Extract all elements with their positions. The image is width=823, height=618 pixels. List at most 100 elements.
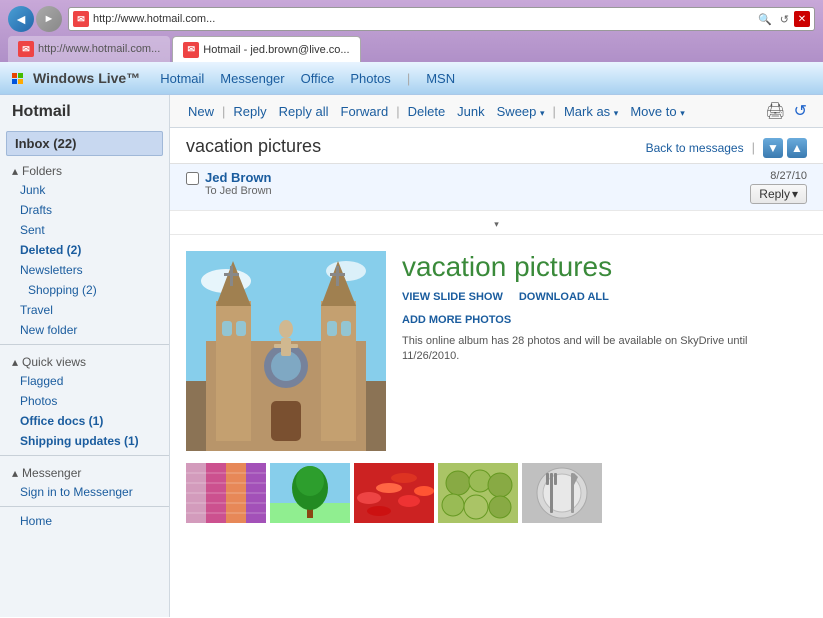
prev-message-button[interactable]: ▼ <box>763 138 783 158</box>
thumbnail-4[interactable] <box>438 463 518 523</box>
sidebar-item-home[interactable]: Home <box>0 511 169 531</box>
email-area: New | Reply Reply all Forward | Delete J… <box>170 95 823 617</box>
folders-collapse-icon: ▴ <box>12 164 18 178</box>
reload-button[interactable]: ↺ <box>777 11 792 27</box>
expand-arrow-icon[interactable]: ▾ <box>494 219 499 229</box>
delete-button[interactable]: Delete <box>402 102 452 121</box>
back-button[interactable]: ◄ <box>8 6 34 32</box>
album-container: vacation pictures VIEW SLIDE SHOW DOWNLO… <box>186 251 807 451</box>
mark-as-arrow: ▾ <box>614 108 619 118</box>
sidebar-item-drafts[interactable]: Drafts <box>0 200 169 220</box>
address-text: http://www.hotmail.com... <box>93 13 751 25</box>
sidebar-divider-3 <box>0 506 169 507</box>
add-more-photos-link[interactable]: ADD MORE PHOTOS <box>402 314 511 326</box>
toolbar-sep-2: | <box>394 104 401 119</box>
winlive-logo: Windows Live™ <box>12 70 140 86</box>
nav-messenger[interactable]: Messenger <box>220 71 284 86</box>
sidebar-item-deleted[interactable]: Deleted (2) <box>0 240 169 260</box>
nav-msn[interactable]: MSN <box>426 71 455 86</box>
message-item-left: Jed Brown To Jed Brown <box>186 170 750 197</box>
sidebar-item-shopping[interactable]: Shopping (2) <box>0 280 169 300</box>
thumbnail-5[interactable] <box>522 463 602 523</box>
tab-active[interactable]: ✉ Hotmail - jed.brown@live.co... <box>172 36 360 62</box>
address-bar[interactable]: ✉ http://www.hotmail.com... 🔍 ↺ ✕ <box>68 7 815 31</box>
tab-active-label: Hotmail - jed.brown@live.co... <box>203 44 349 56</box>
message-checkbox[interactable] <box>186 172 199 185</box>
album-description: This online album has 28 photos and will… <box>402 334 807 365</box>
sidebar-divider-2 <box>0 455 169 456</box>
back-separator: | <box>752 140 755 155</box>
refresh-button[interactable]: ↺ <box>790 99 811 123</box>
site-favicon: ✉ <box>73 11 89 27</box>
junk-button[interactable]: Junk <box>451 102 490 121</box>
tab-active-favicon: ✉ <box>183 42 199 58</box>
message-sender: Jed Brown <box>205 170 272 185</box>
sidebar-item-junk[interactable]: Junk <box>0 180 169 200</box>
sidebar-item-sent[interactable]: Sent <box>0 220 169 240</box>
forward-button[interactable]: ► <box>36 6 62 32</box>
tab-inactive[interactable]: ✉ http://www.hotmail.com... <box>8 36 170 62</box>
thumbnail-3[interactable] <box>354 463 434 523</box>
browser-tabs: ✉ http://www.hotmail.com... ✉ Hotmail - … <box>8 36 815 62</box>
sidebar-item-newsletters[interactable]: Newsletters <box>0 260 169 280</box>
winlive-logo-text: Windows Live™ <box>33 70 140 86</box>
message-sender-info: Jed Brown To Jed Brown <box>205 170 272 197</box>
back-to-messages-link[interactable]: Back to messages <box>646 141 744 155</box>
message-reply-button[interactable]: Reply ▾ <box>750 184 807 204</box>
reply-button[interactable]: Reply <box>227 102 272 121</box>
thumbnail-1[interactable] <box>186 463 266 523</box>
thumb-tree-icon <box>270 463 350 523</box>
quickviews-label: Quick views <box>22 355 86 369</box>
email-header: vacation pictures Back to messages | ▼ ▲ <box>170 128 823 164</box>
print-button[interactable]: 🖨 <box>761 99 789 123</box>
reply-label: Reply <box>759 187 790 201</box>
album-info: vacation pictures VIEW SLIDE SHOW DOWNLO… <box>402 251 807 451</box>
messenger-collapse-icon: ▴ <box>12 466 18 480</box>
nav-hotmail[interactable]: Hotmail <box>160 71 204 86</box>
sidebar-divider-1 <box>0 344 169 345</box>
tab-favicon: ✉ <box>18 41 34 57</box>
sidebar-inbox[interactable]: Inbox (22) <box>6 131 163 156</box>
sidebar-item-office-docs[interactable]: Office docs (1) <box>0 411 169 431</box>
next-message-button[interactable]: ▲ <box>787 138 807 158</box>
reply-dropdown-arrow: ▾ <box>792 187 798 201</box>
message-right: 8/27/10 Reply ▾ <box>750 170 807 204</box>
move-to-button[interactable]: Move to ▾ <box>624 102 690 121</box>
message-to: To Jed Brown <box>205 185 272 197</box>
browser-titlebar: ◄ ► ✉ http://www.hotmail.com... 🔍 ↺ ✕ <box>8 6 815 32</box>
sweep-arrow: ▾ <box>540 108 545 118</box>
thumbnail-2[interactable] <box>270 463 350 523</box>
sidebar-item-sign-in-messenger[interactable]: Sign in to Messenger <box>0 482 169 502</box>
sidebar-item-photos[interactable]: Photos <box>0 391 169 411</box>
sidebar-item-shipping[interactable]: Shipping updates (1) <box>0 431 169 451</box>
reply-all-button[interactable]: Reply all <box>273 102 335 121</box>
main-container: Hotmail Inbox (22) ▴ Folders Junk Drafts… <box>0 95 823 617</box>
sidebar-item-travel[interactable]: Travel <box>0 300 169 320</box>
view-slideshow-link[interactable]: VIEW SLIDE SHOW <box>402 291 503 303</box>
album-actions: VIEW SLIDE SHOW DOWNLOAD ALL <box>402 291 807 303</box>
move-to-arrow: ▾ <box>680 108 685 118</box>
sweep-button[interactable]: Sweep ▾ <box>491 102 551 121</box>
new-button[interactable]: New <box>182 102 220 121</box>
folders-section-header: ▴ Folders <box>0 158 169 180</box>
download-all-link[interactable]: DOWNLOAD ALL <box>519 291 609 303</box>
sidebar: Hotmail Inbox (22) ▴ Folders Junk Drafts… <box>0 95 170 617</box>
message-date: 8/27/10 <box>770 170 807 182</box>
nav-office[interactable]: Office <box>301 71 335 86</box>
thumbnail-row <box>186 463 807 523</box>
folders-label: Folders <box>22 164 62 178</box>
mark-as-button[interactable]: Mark as ▾ <box>558 102 624 121</box>
quickviews-collapse-icon: ▴ <box>12 355 18 369</box>
sidebar-item-flagged[interactable]: Flagged <box>0 371 169 391</box>
nav-photos[interactable]: Photos <box>350 71 390 86</box>
toolbar-sep-1: | <box>220 104 227 119</box>
messenger-section-header: ▴ Messenger <box>0 460 169 482</box>
email-body-inner: vacation pictures VIEW SLIDE SHOW DOWNLO… <box>170 235 823 539</box>
stop-button[interactable]: ✕ <box>794 11 810 27</box>
toolbar-sep-3: | <box>551 104 558 119</box>
forward-button[interactable]: Forward <box>335 102 395 121</box>
sidebar-item-new-folder[interactable]: New folder <box>0 320 169 340</box>
search-button[interactable]: 🔍 <box>755 11 775 27</box>
quickviews-section-header: ▴ Quick views <box>0 349 169 371</box>
address-controls: 🔍 ↺ ✕ <box>755 11 810 27</box>
